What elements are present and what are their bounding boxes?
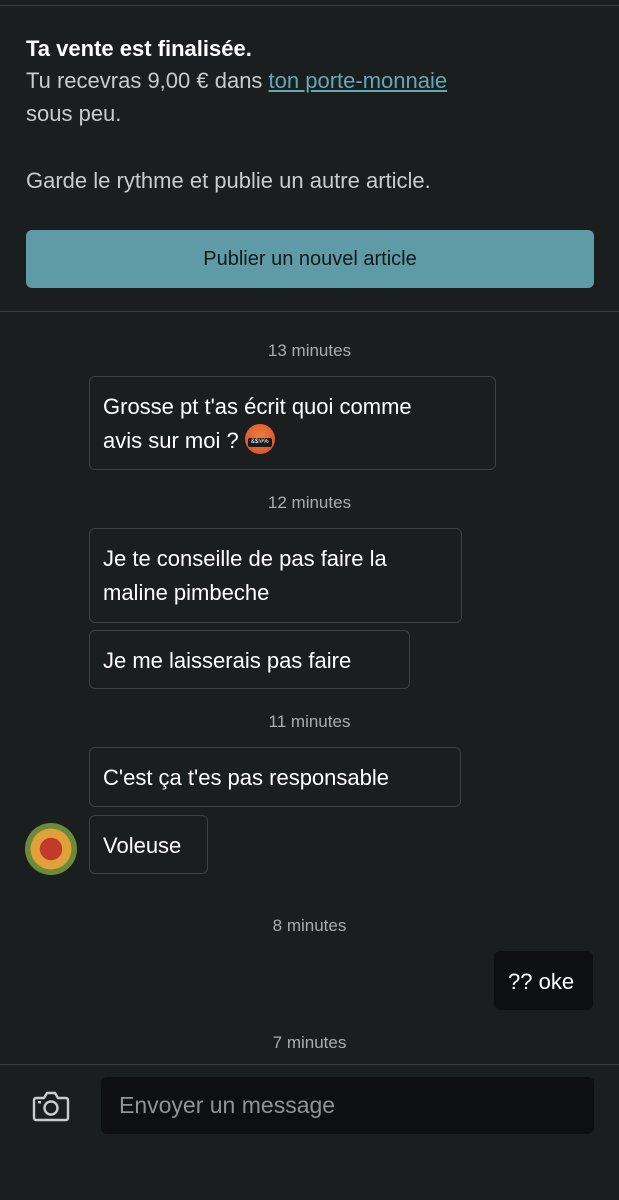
incoming-message: C'est ça t'es pas responsable: [89, 747, 461, 807]
incoming-message: Je me laisserais pas faire: [89, 630, 410, 689]
chat-screen: Ta vente est finalisée. Tu recevras 9,00…: [0, 0, 619, 1200]
message-text: maline pimbeche: [103, 580, 270, 605]
notice-body-suffix: sous peu.: [26, 101, 122, 126]
divider: [0, 5, 619, 6]
message-text: ?? oke: [508, 969, 575, 994]
timestamp: 7 minutes: [272, 1033, 347, 1052]
message-text: Grosse pt t'as écrit quoi comme: [103, 394, 412, 419]
timestamp: 8 minutes: [272, 916, 347, 935]
divider: [0, 311, 619, 312]
notice-title: Ta vente est finalisée.: [26, 36, 252, 61]
timestamp: 11 minutes: [268, 712, 351, 731]
incoming-message: Voleuse: [89, 815, 208, 874]
outgoing-message: ?? oke: [494, 951, 593, 1010]
notice-body: Tu recevras 9,00 € dans ton porte-monnai…: [26, 64, 596, 130]
sender-avatar[interactable]: [25, 823, 77, 875]
camera-icon[interactable]: [32, 1090, 70, 1122]
wallet-link[interactable]: ton porte-monnaie: [269, 68, 448, 93]
message-text: avis sur moi ?: [103, 428, 239, 453]
timestamp: 12 minutes: [267, 493, 352, 512]
sale-completed-notice: Ta vente est finalisée. Tu recevras 9,00…: [26, 34, 596, 196]
timestamp: 13 minutes: [267, 341, 352, 360]
message-text: Je me laisserais pas faire: [103, 648, 352, 673]
message-input[interactable]: [101, 1077, 594, 1134]
notice-cta-text: Garde le rythme et publie un autre artic…: [26, 168, 431, 193]
message-text: Je te conseille de pas faire la: [103, 546, 387, 571]
message-text: Voleuse: [103, 833, 182, 858]
swearing-face-emoji-icon: [244, 424, 275, 454]
incoming-message: Grosse pt t'as écrit quoi comme avis sur…: [89, 376, 496, 470]
notice-body-prefix: Tu recevras 9,00 € dans: [26, 68, 269, 93]
incoming-message: Je te conseille de pas faire la maline p…: [89, 528, 462, 623]
message-text: C'est ça t'es pas responsable: [103, 765, 389, 790]
publish-new-article-button[interactable]: Publier un nouvel article: [26, 230, 594, 288]
